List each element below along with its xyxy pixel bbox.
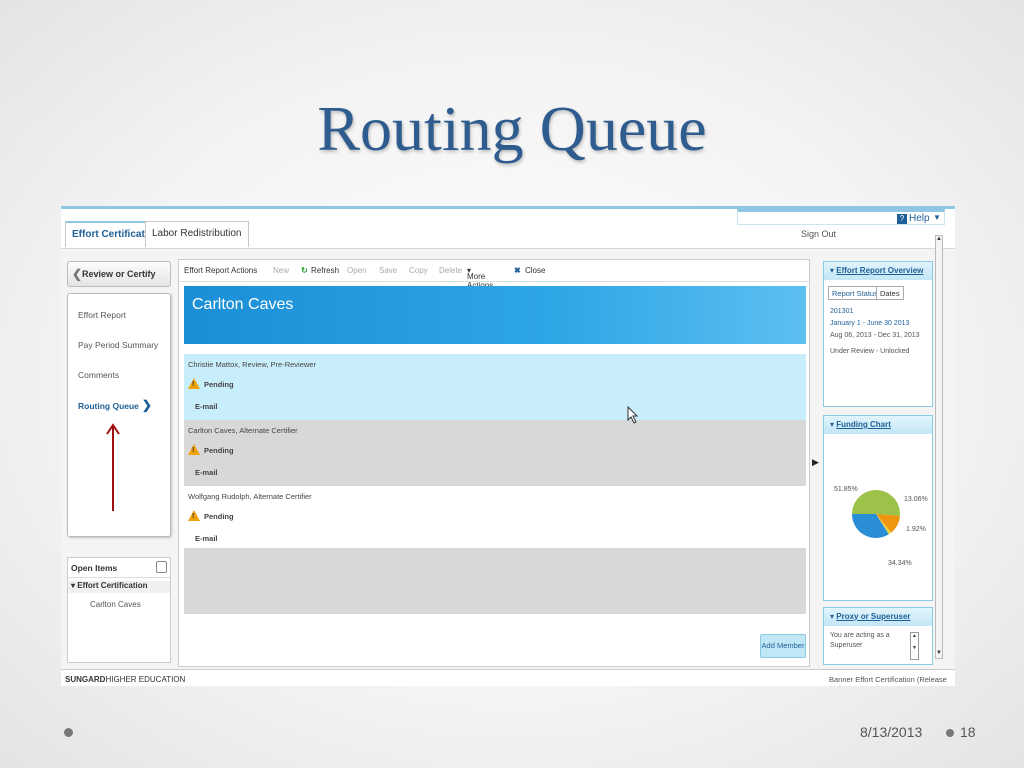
funding-header[interactable]: ▾ Funding Chart — [824, 416, 932, 434]
slide-number: 18 — [960, 724, 976, 740]
proxy-text-line2: Superuser — [830, 642, 863, 649]
scroll-down-icon[interactable]: ▼ — [936, 650, 942, 658]
proxy-scrollbar[interactable]: ▲ ▼ — [910, 632, 919, 660]
queue-status: Pending — [204, 512, 234, 521]
email-link[interactable]: E-mail — [195, 402, 218, 411]
queue-row[interactable]: Wolfgang Rudolph, Alternate Certifier ! … — [184, 486, 806, 552]
pie-slice — [852, 490, 900, 516]
chevron-left-icon: ❮ — [72, 267, 83, 281]
close-icon: ✖ — [514, 266, 521, 275]
help-label: Help — [909, 213, 930, 224]
queue-approver: Wolfgang Rudolph, Alternate Certifier — [188, 492, 312, 501]
more-actions-button[interactable]: More Actions ▾ — [467, 266, 493, 290]
overview-header[interactable]: ▾ Effort Report Overview — [824, 262, 932, 280]
tab-labor-redistribution[interactable]: Labor Redistribution — [145, 221, 249, 247]
report-banner: Carlton Caves — [184, 286, 806, 344]
proxy-text-line1: You are acting as a — [830, 632, 890, 639]
chevron-right-icon: ❯ — [141, 398, 152, 412]
nav-item-routing-queue-label: Routing Queue — [78, 401, 139, 411]
proxy-header[interactable]: ▾ Proxy or Superuser — [824, 608, 932, 626]
app-footer: SUNGARDHIGHER EDUCATION Banner Effort Ce… — [61, 669, 955, 686]
period-range: January 1 - June 30 2013 — [830, 320, 910, 327]
right-scrollbar[interactable]: ▲ ▼ — [935, 235, 943, 659]
review-certify-button[interactable]: ❮ Review or Certify Reports — [67, 261, 171, 303]
open-items-group[interactable]: ▾ Effort Certification — [68, 581, 170, 593]
save-button[interactable]: Save — [379, 266, 397, 275]
copy-button[interactable]: Copy — [409, 266, 428, 275]
open-items-header: Open Items — [68, 558, 170, 578]
help-link[interactable]: ? Help — [897, 213, 930, 224]
bullet-icon — [64, 728, 73, 737]
red-arrow-annotation — [106, 423, 120, 511]
nav-item-pay-period-summary[interactable]: Pay Period Summary — [78, 340, 158, 350]
period-code: 201301 — [830, 308, 854, 315]
proxy-header-label: Proxy or Superuser — [836, 612, 911, 621]
empty-row — [184, 548, 806, 614]
add-member-button[interactable]: Add Member — [760, 634, 806, 658]
overview-header-label: Effort Report Overview — [836, 266, 924, 275]
mouse-cursor-icon — [627, 406, 639, 424]
pie-label: 34.34% — [888, 560, 912, 567]
question-icon: ? — [897, 214, 907, 224]
proxy-panel: ▾ Proxy or Superuser You are acting as a… — [823, 607, 933, 665]
tab-dates[interactable]: Dates — [876, 286, 904, 300]
effort-report-panel: Effort Report Actions New ↻ Refresh Open… — [178, 259, 810, 667]
delete-button[interactable]: Delete — [439, 266, 462, 275]
sign-out-link[interactable]: Sign Out — [801, 229, 836, 239]
queue-approver: Carlton Caves, Alternate Certifier — [188, 426, 298, 435]
funding-pie-chart — [852, 490, 900, 538]
pie-label: 1.92% — [906, 526, 926, 533]
queue-approver: Christie Mattox, Review, Pre-Reviewer — [188, 360, 316, 369]
open-items-panel: Open Items ▾ Effort Certification Carlto… — [67, 557, 171, 663]
report-status: Under Review - Unlocked — [830, 348, 910, 355]
refresh-icon: ↻ — [301, 266, 308, 275]
scroll-up-icon[interactable]: ▲ — [936, 236, 942, 244]
slide-date: 8/13/2013 — [860, 724, 923, 740]
effort-report-overview-panel: ▾ Effort Report Overview Report Status D… — [823, 261, 933, 407]
new-button[interactable]: New — [273, 266, 289, 275]
splitter-arrow-icon[interactable]: ▶ — [812, 457, 819, 468]
release-text: Banner Effort Certification (Release 8.7… — [829, 675, 947, 686]
open-button[interactable]: Open — [347, 266, 367, 275]
nav-item-effort-report[interactable]: Effort Report — [78, 310, 126, 320]
app-screenshot: Effort Certification Labor Redistributio… — [61, 206, 955, 686]
top-bar: Effort Certification Labor Redistributio… — [61, 209, 955, 249]
window-icon[interactable] — [156, 561, 167, 573]
refresh-button[interactable]: Refresh — [311, 266, 339, 275]
period-dates: Aug 06, 2013 - Dec 31, 2013 — [830, 332, 920, 339]
tab-report-status[interactable]: Report Status — [828, 286, 882, 300]
pie-label: 13.06% — [904, 496, 928, 503]
sungard-logo: SUNGARDHIGHER EDUCATION — [65, 675, 186, 684]
actions-toolbar: Effort Report Actions New ↻ Refresh Open… — [179, 260, 809, 290]
funding-chart-panel: ▾ Funding Chart 51.85% 13.06% 1.92% 34.3… — [823, 415, 933, 601]
nav-item-comments[interactable]: Comments — [78, 370, 119, 380]
bullet-icon — [946, 729, 954, 737]
email-link[interactable]: E-mail — [195, 468, 218, 477]
toolbar-title: Effort Report Actions — [184, 266, 258, 275]
nav-panel: Effort Report Pay Period Summary Comment… — [67, 293, 171, 537]
queue-status: Pending — [204, 380, 234, 389]
email-link[interactable]: E-mail — [195, 534, 218, 543]
queue-row[interactable]: Christie Mattox, Review, Pre-Reviewer ! … — [184, 354, 806, 420]
pie-label: 51.85% — [834, 486, 858, 493]
queue-row[interactable]: Carlton Caves, Alternate Certifier ! Pen… — [184, 420, 806, 486]
funding-header-label: Funding Chart — [836, 420, 891, 429]
queue-status: Pending — [204, 446, 234, 455]
close-button[interactable]: Close — [525, 266, 545, 275]
help-dropdown-icon[interactable]: ▼ — [933, 213, 941, 222]
open-items-group-label: Effort Certification — [77, 581, 148, 590]
nav-item-routing-queue[interactable]: Routing Queue ❯ — [78, 398, 152, 412]
slide-title: Routing Queue — [317, 93, 707, 164]
banner-name: Carlton Caves — [192, 296, 294, 313]
open-item-carlton-caves[interactable]: Carlton Caves — [90, 600, 141, 609]
